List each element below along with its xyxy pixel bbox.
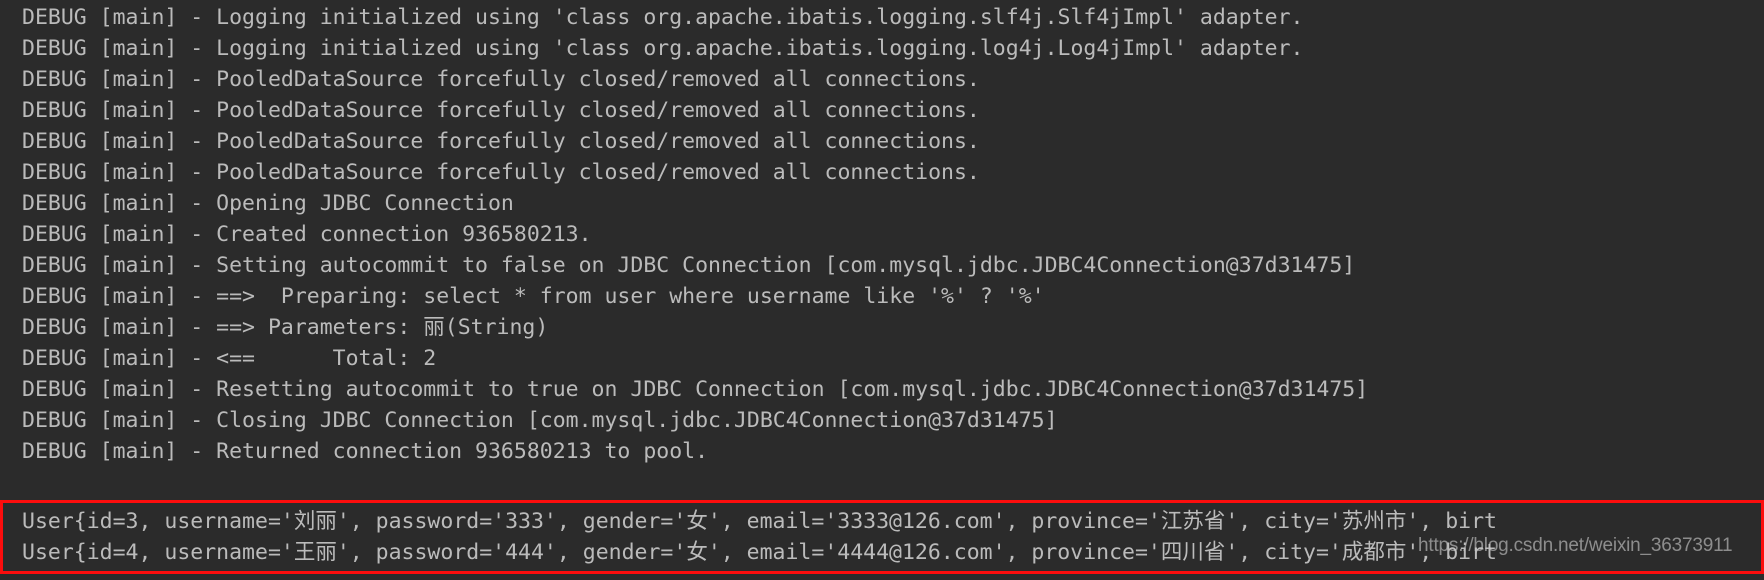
log-line: DEBUG [main] - Returned connection 93658… [22,439,709,464]
result-line: User{id=4, username='王丽', password='444'… [22,540,1497,565]
log-line: DEBUG [main] - Created connection 936580… [22,222,592,247]
log-line: DEBUG [main] - PooledDataSource forceful… [22,67,980,92]
console-output-panel[interactable]: DEBUG [main] - Logging initialized using… [0,0,1764,580]
log-lines-container: DEBUG [main] - Logging initialized using… [0,2,1764,467]
log-line: DEBUG [main] - Closing JDBC Connection [… [22,408,1058,433]
log-line: DEBUG [main] - PooledDataSource forceful… [22,160,980,185]
log-line: DEBUG [main] - Setting autocommit to fal… [22,253,1356,278]
result-line: User{id=3, username='刘丽', password='333'… [22,509,1497,534]
log-line: DEBUG [main] - Resetting autocommit to t… [22,377,1369,402]
log-line: DEBUG [main] - Logging initialized using… [22,5,1304,30]
log-line: DEBUG [main] - ==> Preparing: select * f… [22,284,1045,309]
log-line: DEBUG [main] - PooledDataSource forceful… [22,129,980,154]
log-line: DEBUG [main] - ==> Parameters: 丽(String) [22,315,549,340]
log-line: DEBUG [main] - <== Total: 2 [22,346,437,371]
log-line: DEBUG [main] - Opening JDBC Connection [22,191,514,216]
highlighted-result-box: User{id=3, username='刘丽', password='333'… [0,500,1764,574]
log-line: DEBUG [main] - PooledDataSource forceful… [22,98,980,123]
log-line: DEBUG [main] - Logging initialized using… [22,36,1304,61]
